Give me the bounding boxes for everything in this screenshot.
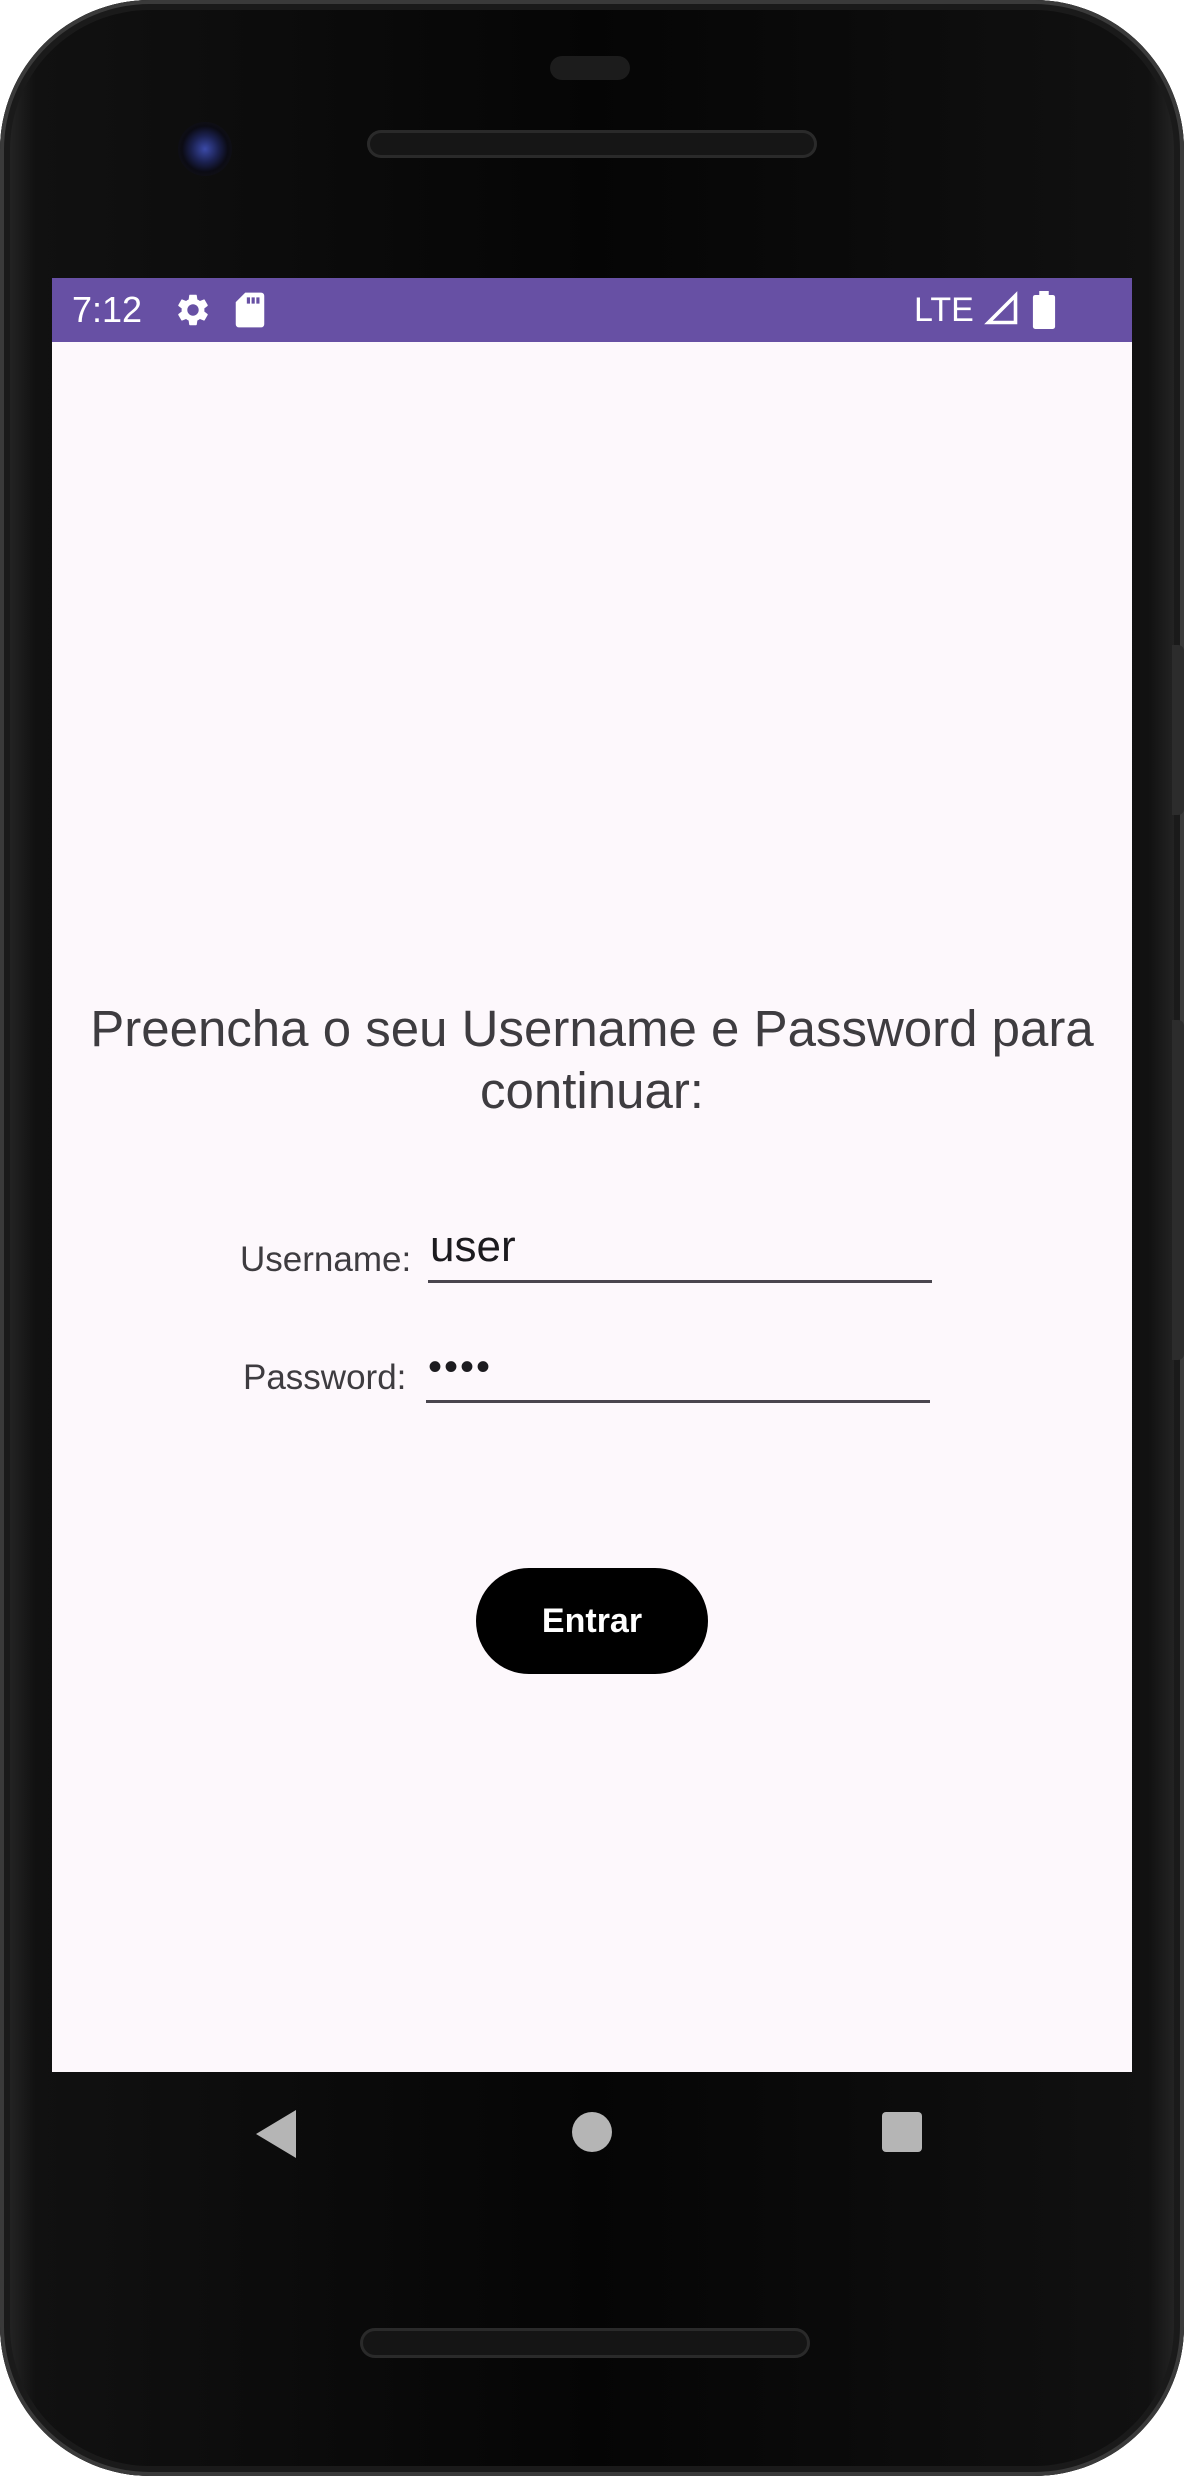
password-label: Password: bbox=[243, 1358, 407, 1397]
login-content: Preencha o seu Username e Password para … bbox=[52, 342, 1132, 2072]
username-label: Username: bbox=[240, 1240, 412, 1279]
settings-icon bbox=[174, 291, 212, 334]
status-bar: 7:12 LTE bbox=[52, 278, 1132, 342]
status-time: 7:12 bbox=[72, 289, 143, 330]
login-prompt: Preencha o seu Username e Password para … bbox=[90, 1000, 1094, 1119]
network-type: LTE bbox=[914, 291, 974, 329]
battery-icon bbox=[1032, 291, 1056, 334]
screen: 7:12 LTE Preencha o seu Username e Passw… bbox=[52, 278, 1132, 2072]
password-field[interactable] bbox=[426, 1334, 930, 1403]
home-icon[interactable] bbox=[570, 2110, 614, 2159]
entrar-button[interactable]: Entrar bbox=[476, 1568, 708, 1674]
earpiece bbox=[550, 56, 630, 80]
front-camera bbox=[178, 122, 232, 176]
bottom-speaker-grille bbox=[360, 2328, 810, 2358]
power-button bbox=[1172, 645, 1184, 815]
navigation-bar bbox=[52, 2072, 1132, 2202]
username-field[interactable] bbox=[428, 1214, 932, 1283]
signal-icon bbox=[984, 291, 1020, 332]
volume-button bbox=[1172, 1020, 1184, 1360]
sd-card-icon bbox=[234, 291, 266, 334]
username-input[interactable] bbox=[428, 1214, 932, 1280]
phone-frame: 7:12 LTE Preencha o seu Username e Passw… bbox=[0, 0, 1184, 2476]
recents-icon[interactable] bbox=[880, 2110, 924, 2159]
password-input[interactable] bbox=[426, 1334, 930, 1400]
top-speaker-grille bbox=[367, 130, 817, 158]
back-icon[interactable] bbox=[254, 2108, 298, 2165]
